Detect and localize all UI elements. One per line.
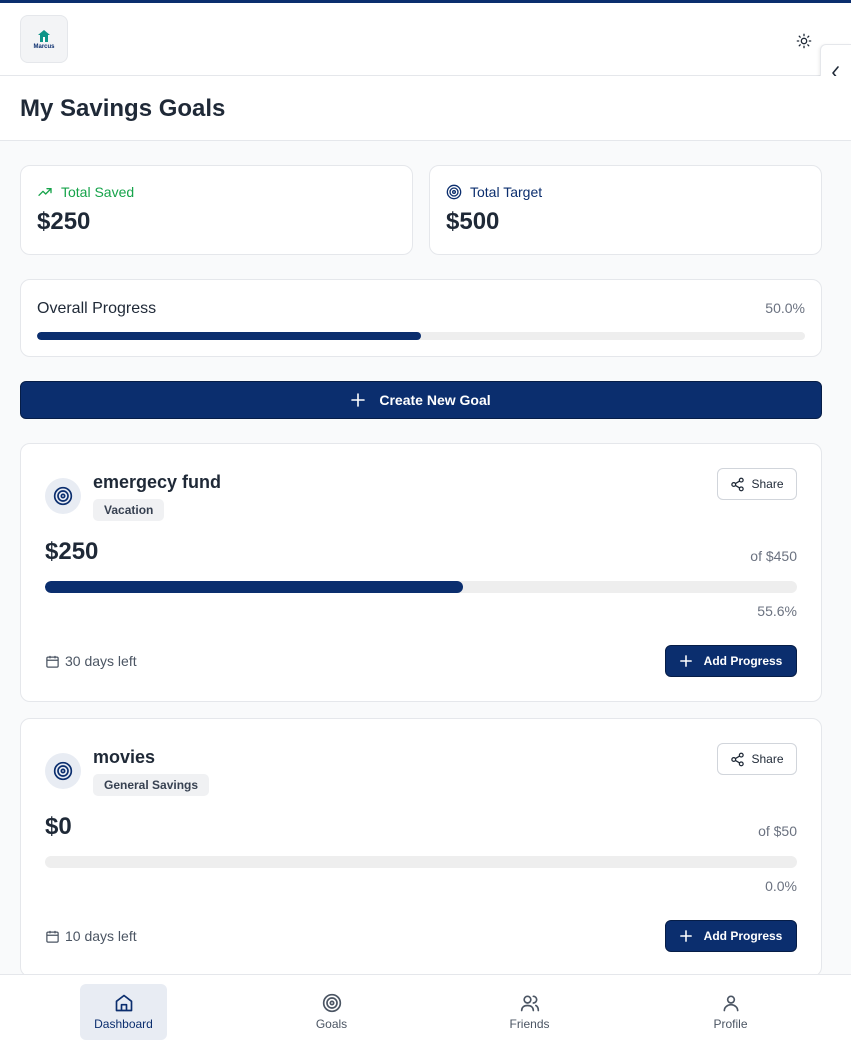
goal-progress-track [45,581,797,593]
total-saved-card: Total Saved $250 [20,165,413,255]
nav-label: Profile [713,1017,748,1031]
target-icon [53,761,73,781]
users-icon [520,995,539,1012]
share-icon [731,752,745,766]
house-logo-icon [38,29,50,42]
total-saved-value: $250 [37,208,91,235]
goal-target-amount: of $50 [758,823,797,839]
nav-item-dashboard[interactable]: Dashboard [80,984,167,1040]
goal-progress-percent: 55.6% [757,603,797,619]
overall-progress-label: Overall Progress [37,300,157,317]
days-left-label: 30 days left [65,653,137,669]
goal-saved-amount: $250 [45,538,99,565]
create-new-goal-button[interactable]: Create New Goal [20,381,822,419]
calendar-icon [46,655,59,668]
overall-progress-percent: 50.0% [765,300,805,316]
share-button[interactable]: Share [717,743,797,775]
add-progress-label: Add Progress [703,929,783,943]
nav-item-goals[interactable]: Goals [288,984,375,1040]
goal-card: movies General Savings Share $0 of $50 0… [20,718,822,977]
goal-saved-amount: $0 [45,813,72,840]
share-label: Share [751,752,784,766]
overall-progress-card: Overall Progress 50.0% [20,279,822,357]
overall-progress-track [37,332,805,340]
nav-label: Friends [509,1017,550,1031]
plus-icon [351,393,366,407]
add-progress-label: Add Progress [703,654,783,668]
sun-icon [796,33,812,49]
goal-card: emergecy fund Vacation Share $250 of $45… [20,443,822,702]
nav-label: Dashboard [94,1017,153,1031]
user-icon [723,995,738,1012]
overall-progress-fill [37,332,421,340]
total-target-card: Total Target $500 [429,165,822,255]
target-icon [322,993,341,1013]
home-icon [115,994,132,1012]
nav-item-friends[interactable]: Friends [486,984,573,1040]
goal-progress-track [45,856,797,868]
create-new-goal-label: Create New Goal [379,392,491,408]
plus-icon [679,930,692,942]
nav-label: Goals [315,1017,348,1031]
goal-deadline: 30 days left [45,653,137,669]
trending-up-icon [38,188,52,196]
nav-item-profile[interactable]: Profile [687,984,774,1040]
goal-icon-badge [45,478,81,514]
total-target-label: Total Target [470,184,543,200]
total-target-header: Total Target [446,184,542,200]
bottom-navigation: Dashboard Goals Friends Profile [0,974,851,1046]
share-icon [731,477,745,491]
goal-category-tag: General Savings [93,774,210,796]
calendar-icon [46,930,59,943]
share-button[interactable]: Share [717,468,797,500]
app-logo[interactable]: Marcus [20,15,68,63]
title-bar: My Savings Goals [0,76,851,141]
goal-category-tag: Vacation [93,499,165,521]
add-progress-button[interactable]: Add Progress [665,920,797,952]
page-title: My Savings Goals [20,95,226,122]
goal-deadline: 10 days left [45,928,137,944]
logo-text: Marcus [33,43,55,50]
goal-progress-percent: 0.0% [765,878,797,894]
goal-icon-badge [45,753,81,789]
total-target-value: $500 [446,208,500,235]
goal-target-amount: of $450 [750,548,797,564]
total-saved-header: Total Saved [37,184,134,200]
total-saved-label: Total Saved [61,184,135,200]
add-progress-button[interactable]: Add Progress [665,645,797,677]
goal-name: emergecy fund [93,472,222,492]
plus-icon [679,655,692,667]
goal-name: movies [93,747,156,767]
theme-toggle-button[interactable] [794,31,814,51]
target-icon [446,184,462,200]
app-header: Marcus [0,3,851,76]
target-icon [53,486,73,506]
goal-progress-fill [45,581,464,593]
share-label: Share [751,477,784,491]
days-left-label: 10 days left [65,928,137,944]
